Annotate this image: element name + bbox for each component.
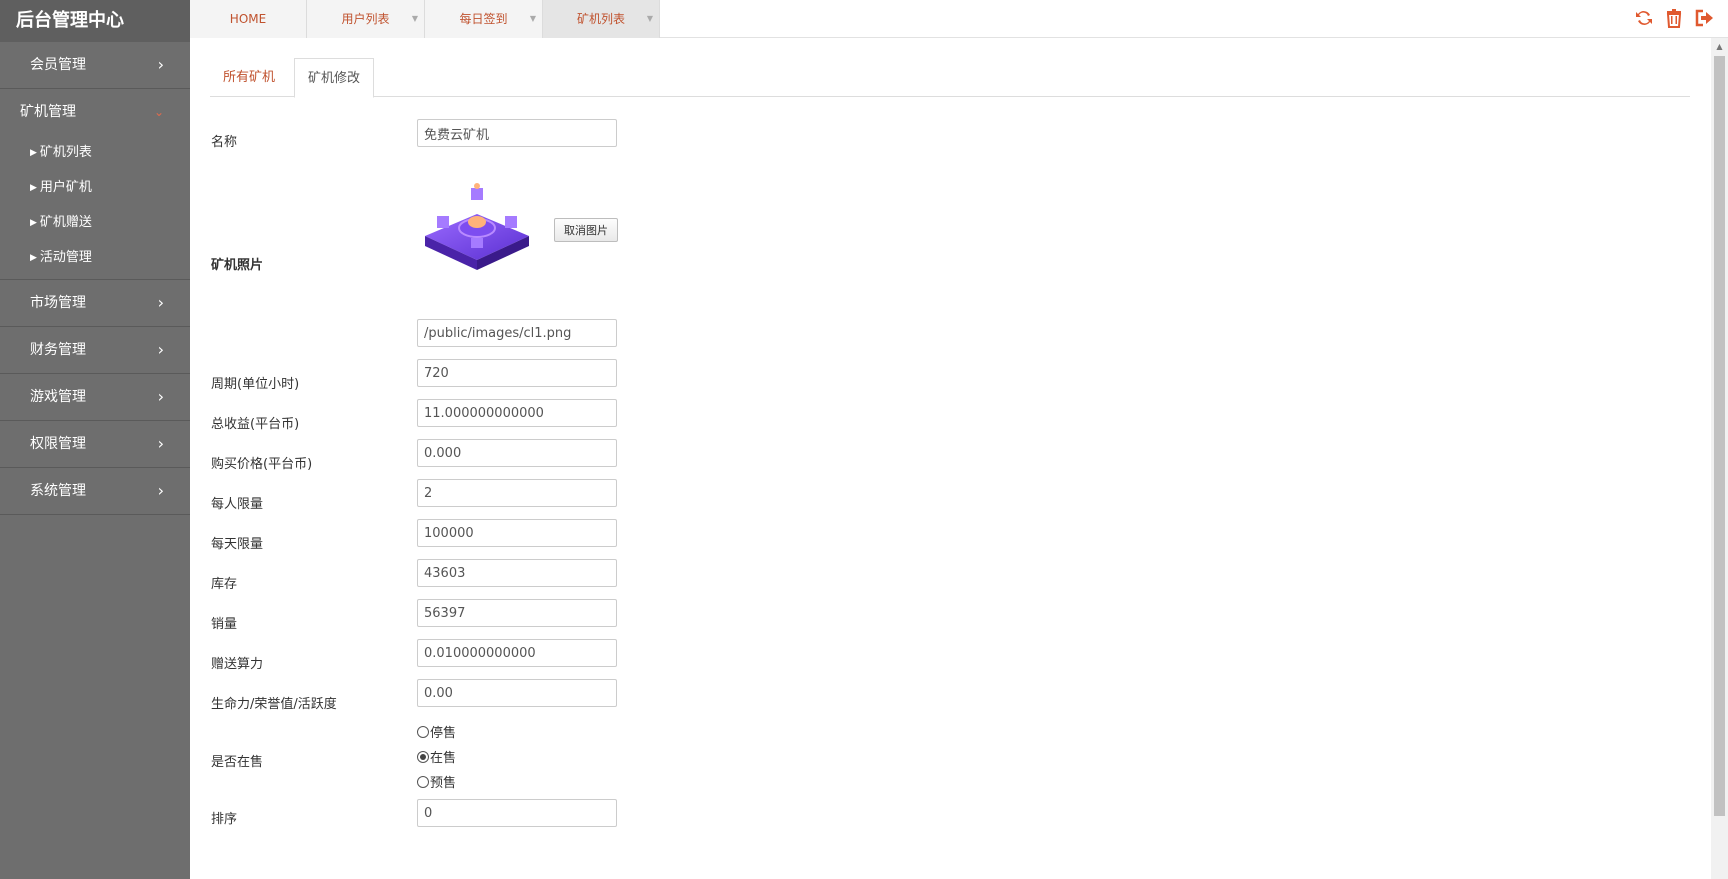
menu-miner-label: 矿机管理 xyxy=(20,104,76,120)
per-user-limit-input[interactable] xyxy=(417,479,617,507)
chevron-right-icon: › xyxy=(157,434,164,453)
per-user-limit-label: 每人限量 xyxy=(211,497,264,512)
menu-member[interactable]: 会员管理 › xyxy=(0,42,190,88)
daily-limit-input[interactable] xyxy=(417,519,617,547)
menu-game-label: 游戏管理 xyxy=(30,389,86,405)
tab-miner-list-label: 矿机列表 xyxy=(576,12,625,26)
menu-group-miner: 矿机管理 ⌄ ▶ 矿机列表 ▶ 用户矿机 ▶ 矿机赠送 ▶ 活动管理 xyxy=(0,89,190,280)
chevron-right-icon: › xyxy=(157,55,164,74)
refresh-icon[interactable] xyxy=(1632,6,1656,30)
menu-market-label: 市场管理 xyxy=(30,295,86,311)
sidebar-item-miner-gift[interactable]: ▶ 矿机赠送 xyxy=(0,205,190,240)
radio-stop-sale-label: 停售 xyxy=(430,726,457,741)
chevron-right-icon: › xyxy=(157,481,164,500)
total-income-label: 总收益(平台币) xyxy=(211,417,300,432)
menu-finance-label: 财务管理 xyxy=(30,342,86,358)
price-label: 购买价格(平台币) xyxy=(211,457,313,472)
name-label: 名称 xyxy=(211,135,238,150)
radio-stop-sale[interactable]: 停售 xyxy=(417,722,456,741)
top-actions xyxy=(1632,6,1716,30)
radio-circle-icon xyxy=(417,725,429,738)
sort-input[interactable] xyxy=(417,799,617,827)
sidebar-item-label: 矿机列表 xyxy=(39,145,92,160)
caret-right-icon: ▶ xyxy=(30,183,37,193)
total-income-input[interactable] xyxy=(417,399,617,427)
price-input[interactable] xyxy=(417,439,617,467)
menu-system[interactable]: 系统管理 › xyxy=(0,468,190,514)
menu-group-member: 会员管理 › xyxy=(0,42,190,89)
chevron-right-icon: › xyxy=(157,340,164,359)
menu-group-market: 市场管理 › xyxy=(0,280,190,327)
menu-permission-label: 权限管理 xyxy=(30,436,86,452)
vitality-input[interactable] xyxy=(417,679,617,707)
brand-title: 后台管理中心 xyxy=(0,0,190,42)
menu-group-finance: 财务管理 › xyxy=(0,327,190,374)
sidebar-item-label: 活动管理 xyxy=(39,250,92,265)
radio-on-sale-label: 在售 xyxy=(430,751,457,766)
image-path-input[interactable] xyxy=(417,319,617,347)
tab-user-list[interactable]: 用户列表 ▼ xyxy=(307,0,425,38)
name-input[interactable] xyxy=(417,119,617,147)
tab-daily-checkin-label: 每日签到 xyxy=(459,12,508,26)
top-tab-bar: HOME 用户列表 ▼ 每日签到 ▼ 矿机列表 ▼ xyxy=(190,0,1728,38)
tab-daily-checkin[interactable]: 每日签到 ▼ xyxy=(425,0,543,38)
radio-circle-icon xyxy=(417,775,429,788)
sidebar: 后台管理中心 会员管理 › 矿机管理 ⌄ ▶ 矿机列表 ▶ 用户矿机 ▶ 矿机赠送 ▶… xyxy=(0,0,190,879)
sidebar-item-user-miner[interactable]: ▶ 用户矿机 xyxy=(0,170,190,205)
trash-icon[interactable] xyxy=(1662,6,1686,30)
radio-on-sale[interactable]: 在售 xyxy=(417,747,456,766)
sales-label: 销量 xyxy=(211,617,238,632)
chevron-down-icon: ⌄ xyxy=(153,105,164,119)
vitality-label: 生命力/荣誉值/活跃度 xyxy=(211,697,337,712)
tab-user-list-label: 用户列表 xyxy=(341,12,390,26)
sort-label: 排序 xyxy=(211,812,238,827)
cancel-image-button[interactable]: 取消图片 xyxy=(554,218,618,242)
tab-home-label: HOME xyxy=(229,12,267,26)
daily-limit-label: 每天限量 xyxy=(211,537,264,552)
tab-close-icon[interactable]: ▼ xyxy=(530,0,536,38)
scroll-up-arrow-icon[interactable]: ▲ xyxy=(1711,38,1728,55)
radio-checked-icon xyxy=(417,750,429,763)
radio-presale[interactable]: 预售 xyxy=(417,772,456,791)
vertical-scrollbar[interactable]: ▲ xyxy=(1711,38,1728,879)
menu-finance[interactable]: 财务管理 › xyxy=(0,327,190,373)
menu-group-game: 游戏管理 › xyxy=(0,374,190,421)
gift-power-label: 赠送算力 xyxy=(211,657,264,672)
period-input[interactable] xyxy=(417,359,617,387)
gift-power-input[interactable] xyxy=(417,639,617,667)
menu-game[interactable]: 游戏管理 › xyxy=(0,374,190,420)
tab-close-icon[interactable]: ▼ xyxy=(647,0,653,38)
sidebar-item-label: 矿机赠送 xyxy=(39,215,92,230)
chevron-right-icon: › xyxy=(157,387,164,406)
miner-image xyxy=(417,178,537,274)
menu-miner[interactable]: 矿机管理 ⌄ xyxy=(0,89,190,135)
photo-label: 矿机照片 xyxy=(211,258,264,273)
menu-member-label: 会员管理 xyxy=(30,57,86,73)
caret-right-icon: ▶ xyxy=(30,218,37,228)
caret-right-icon: ▶ xyxy=(30,148,37,158)
radio-presale-label: 预售 xyxy=(430,776,457,791)
menu-system-label: 系统管理 xyxy=(30,483,86,499)
tab-home[interactable]: HOME xyxy=(190,0,307,38)
chevron-right-icon: › xyxy=(157,293,164,312)
menu-permission[interactable]: 权限管理 › xyxy=(0,421,190,467)
sidebar-item-label: 用户矿机 xyxy=(39,180,92,195)
edit-form: 名称 矿机照片 取消图片 周期(单位小时) 总收益(平台币) 购买价格(平台币) xyxy=(190,38,1711,879)
period-label: 周期(单位小时) xyxy=(211,377,300,392)
sales-input[interactable] xyxy=(417,599,617,627)
logout-icon[interactable] xyxy=(1692,6,1716,30)
tab-miner-list[interactable]: 矿机列表 ▼ xyxy=(543,0,660,38)
menu-market[interactable]: 市场管理 › xyxy=(0,280,190,326)
caret-right-icon: ▶ xyxy=(30,253,37,263)
sidebar-item-miner-list[interactable]: ▶ 矿机列表 xyxy=(0,135,190,170)
on-sale-label: 是否在售 xyxy=(211,755,264,770)
tab-close-icon[interactable]: ▼ xyxy=(412,0,418,38)
menu-group-permission: 权限管理 › xyxy=(0,421,190,468)
stock-label: 库存 xyxy=(211,577,238,592)
scrollbar-thumb[interactable] xyxy=(1714,56,1725,816)
stock-input[interactable] xyxy=(417,559,617,587)
menu-group-system: 系统管理 › xyxy=(0,468,190,515)
sidebar-item-activity[interactable]: ▶ 活动管理 xyxy=(0,240,190,275)
